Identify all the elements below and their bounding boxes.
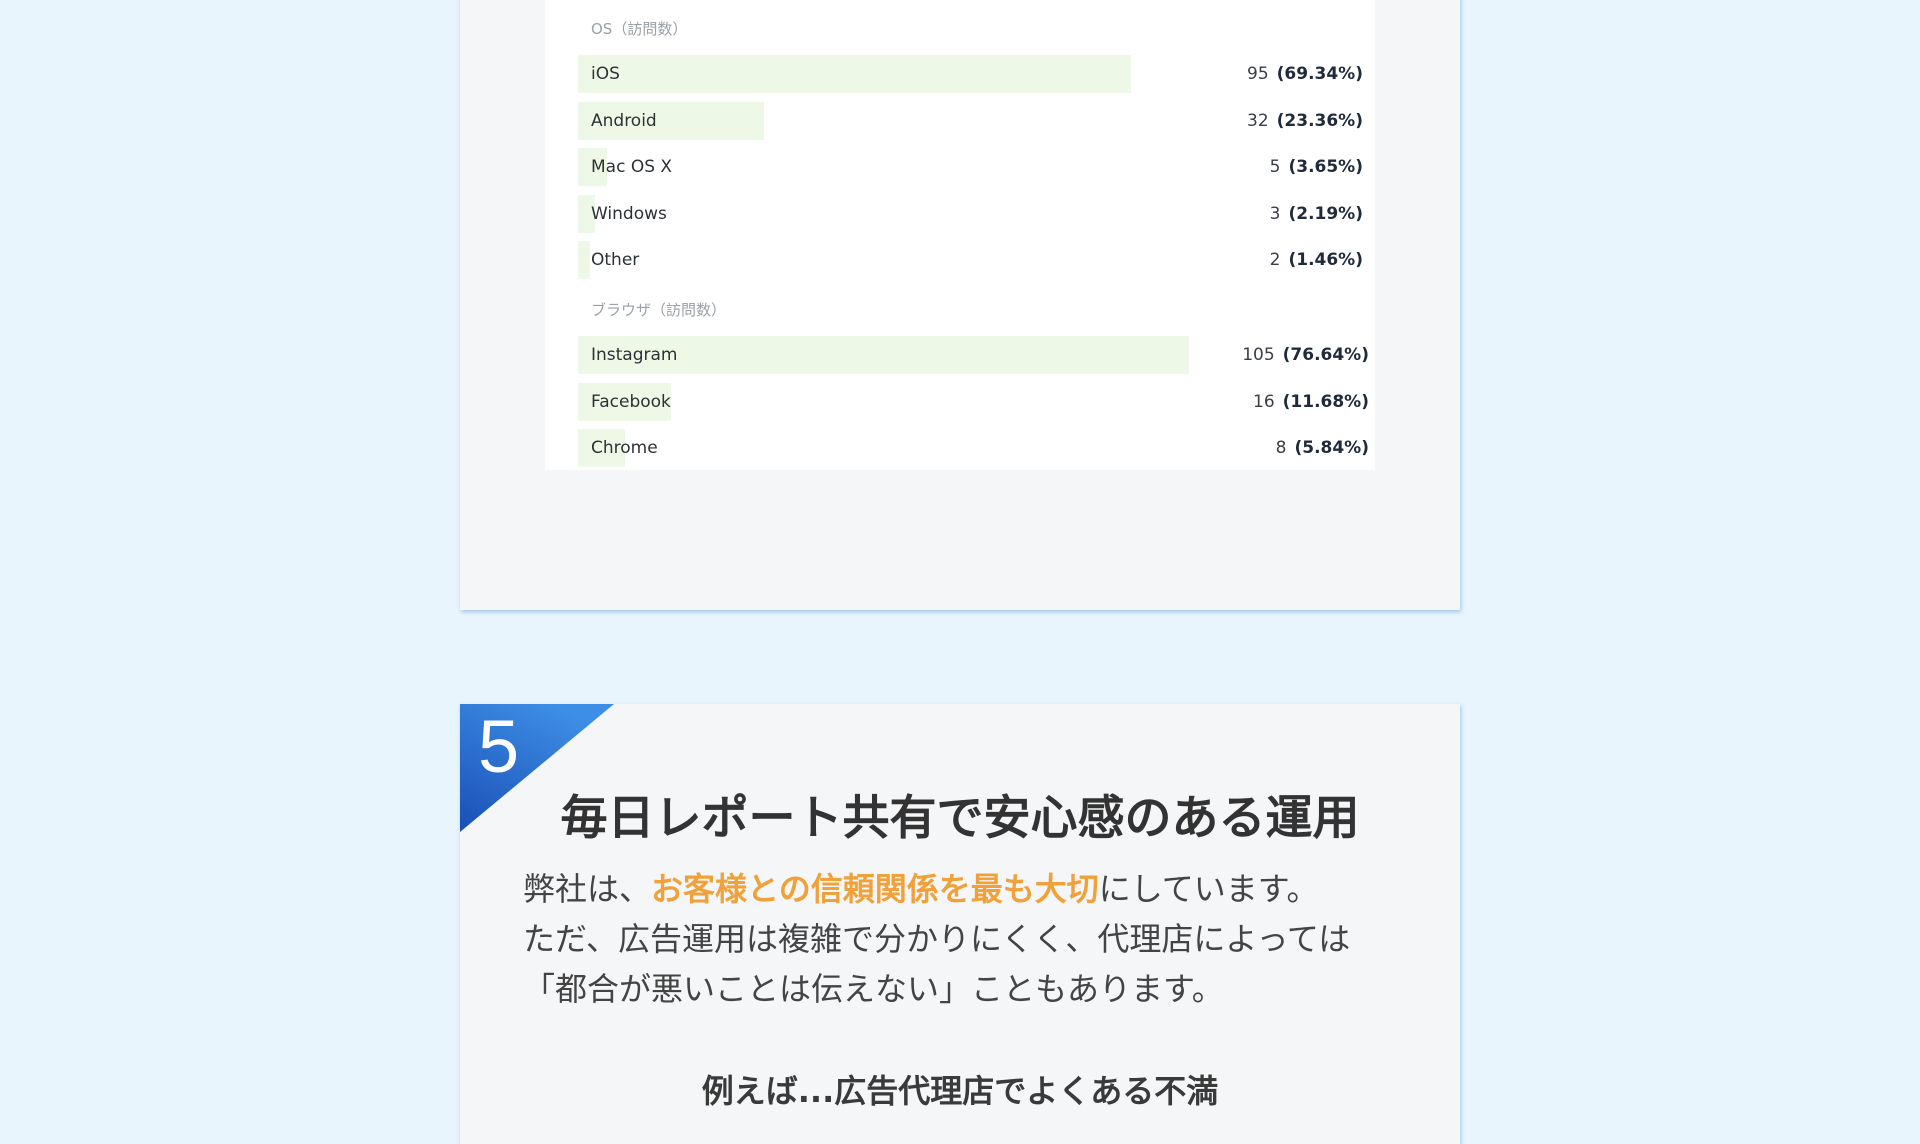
browser-row-instagram: Instagram 105 (76.64%): [578, 336, 1375, 374]
feature-title: 毎日レポート共有で安心感のある運用: [560, 791, 1360, 846]
os-name: Other: [591, 250, 640, 270]
os-row-ios: iOS 95 (69.34%): [578, 55, 1375, 93]
os-count: 5: [1269, 157, 1281, 177]
feature-subheading: 例えば...広告代理店でよくある不満: [701, 1072, 1219, 1110]
feature-card: 5 毎日レポート共有で安心感のある運用 弊社は、お客様との信頼関係を最も大切にし…: [460, 704, 1460, 1144]
body-prefix: 弊社は、: [523, 870, 652, 908]
os-value: 3 (2.19%): [1270, 195, 1363, 233]
body-highlight: お客様との信頼関係を最も大切: [651, 870, 1099, 908]
os-row-windows: Windows 3 (2.19%): [578, 195, 1375, 233]
os-percent: (3.65%): [1288, 157, 1363, 177]
os-count: 2: [1269, 250, 1281, 270]
os-name: Mac OS X: [591, 157, 673, 177]
browser-name: Chrome: [591, 438, 658, 458]
os-value: 32 (23.36%): [1247, 102, 1363, 140]
browser-count: 105: [1242, 345, 1275, 365]
feature-body: 弊社は、お客様との信頼関係を最も大切にしています。 ただ、広告運用は複雑で分かり…: [523, 864, 1423, 1014]
os-percent: (1.46%): [1288, 250, 1363, 270]
os-bar: [578, 55, 1131, 93]
browser-name: Instagram: [591, 345, 678, 365]
os-row-other: Other 2 (1.46%): [578, 241, 1375, 279]
os-count: 95: [1247, 64, 1269, 84]
os-section-label: OS（訪問数）: [591, 20, 688, 38]
os-count: 3: [1269, 204, 1281, 224]
os-value: 95 (69.34%): [1247, 55, 1363, 93]
os-row-android: Android 32 (23.36%): [578, 102, 1375, 140]
browser-count: 16: [1253, 392, 1275, 412]
os-percent: (2.19%): [1288, 204, 1363, 224]
os-percent: (23.36%): [1276, 111, 1363, 131]
os-value: 5 (3.65%): [1270, 148, 1363, 186]
os-name: Android: [591, 111, 657, 131]
body-suffix: にしています。: [1098, 870, 1319, 908]
browser-value: 105 (76.64%): [1242, 336, 1369, 374]
browser-section-label: ブラウザ（訪問数）: [591, 301, 727, 319]
browser-value: 16 (11.68%): [1253, 383, 1369, 421]
os-bar: [578, 241, 590, 279]
browser-value: 8 (5.84%): [1276, 429, 1369, 467]
browser-name: Facebook: [591, 392, 671, 412]
browser-row-chrome: Chrome 8 (5.84%): [578, 429, 1375, 467]
browser-count: 8: [1275, 438, 1287, 458]
body-line-2: ただ、広告運用は複雑で分かりにくく、代理店によっては: [523, 920, 1351, 958]
stats-card: OS（訪問数） iOS 95 (69.34%) Android 32 (23.36%…: [460, 0, 1460, 610]
browser-percent: (11.68%): [1282, 392, 1369, 412]
browser-percent: (5.84%): [1294, 438, 1369, 458]
browser-row-facebook: Facebook 16 (11.68%): [578, 383, 1375, 421]
os-value: 2 (1.46%): [1270, 241, 1363, 279]
stats-panel: OS（訪問数） iOS 95 (69.34%) Android 32 (23.36%…: [545, 0, 1375, 470]
body-line-1: 弊社は、お客様との信頼関係を最も大切にしています。: [523, 864, 1423, 914]
os-name: Windows: [591, 204, 667, 224]
os-row-macosx: Mac OS X 5 (3.65%): [578, 148, 1375, 186]
os-percent: (69.34%): [1276, 64, 1363, 84]
body-line-3: 「都合が悪いことは伝えない」こともあります。: [523, 970, 1224, 1008]
os-count: 32: [1247, 111, 1269, 131]
os-name: iOS: [591, 64, 620, 84]
browser-percent: (76.64%): [1282, 345, 1369, 365]
